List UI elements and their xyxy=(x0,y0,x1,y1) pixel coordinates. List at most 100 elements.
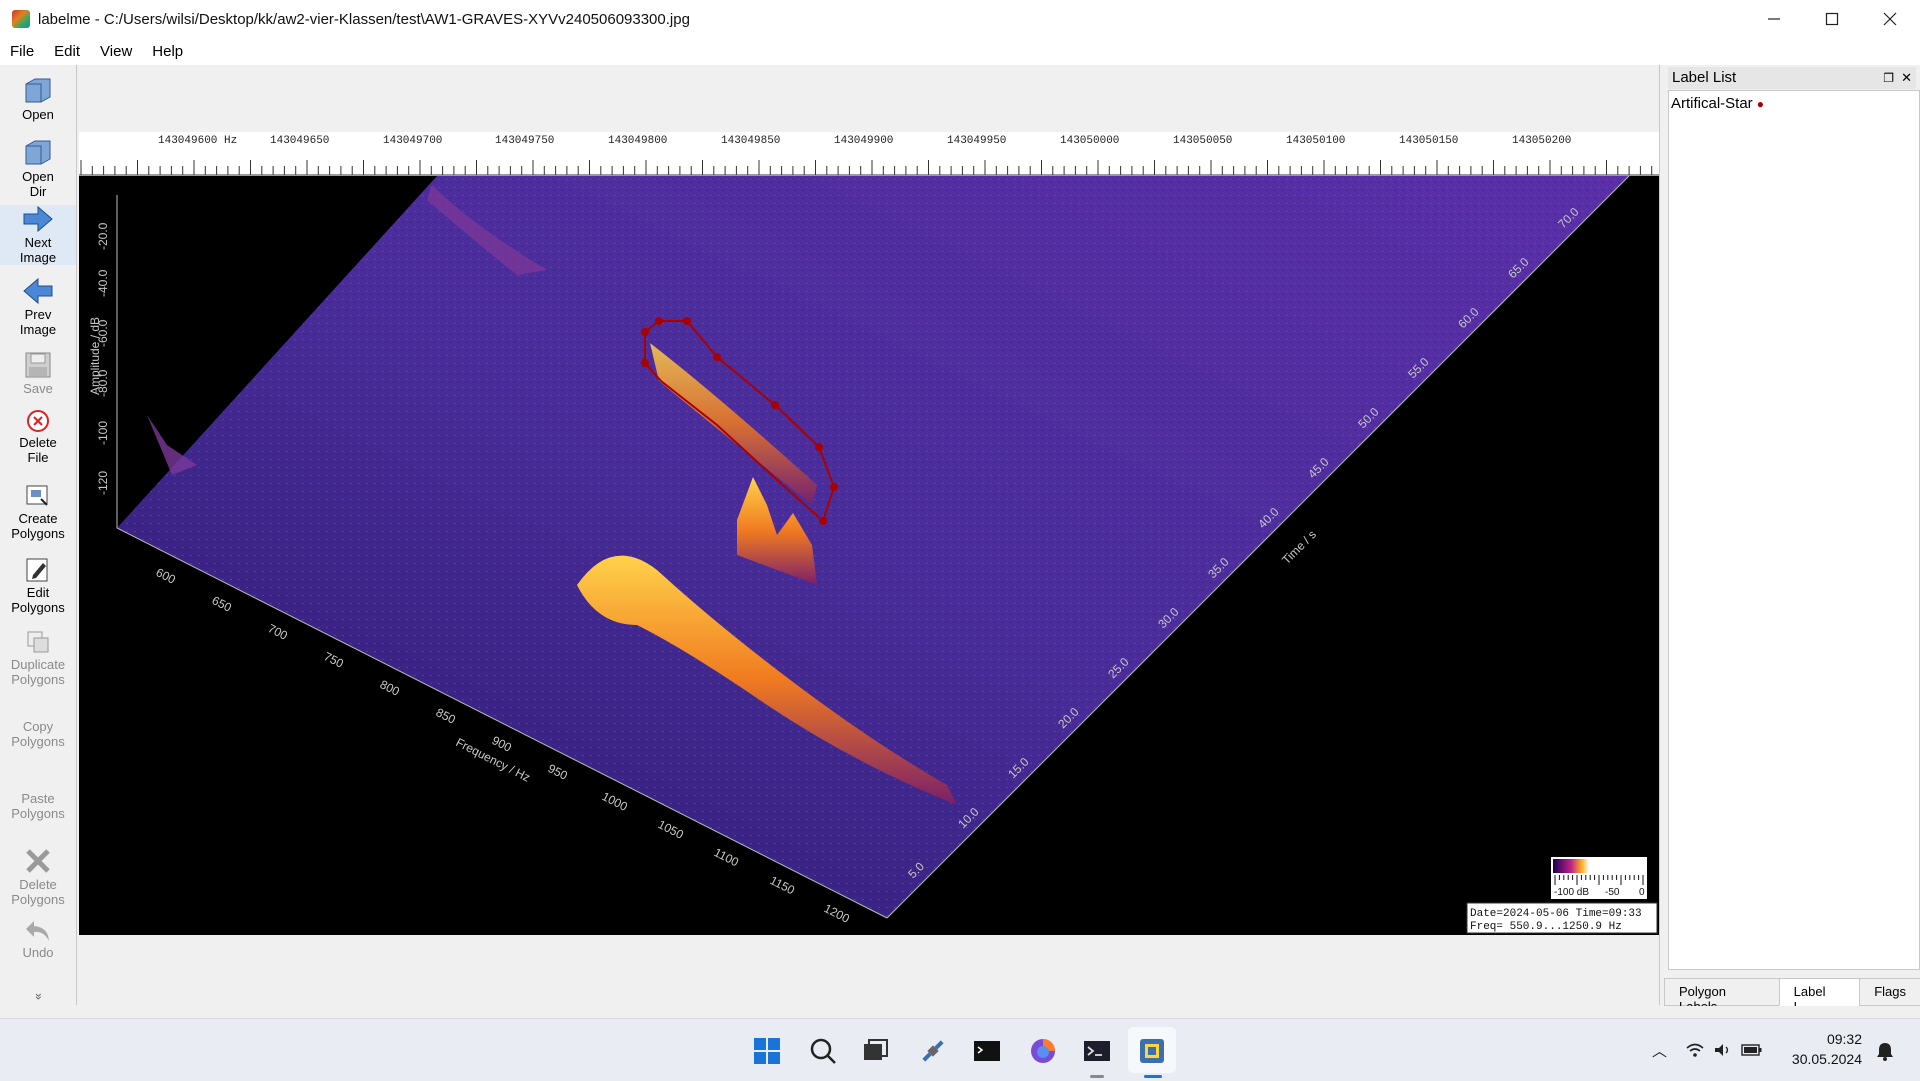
amplitude-tick-label: -40.0 xyxy=(96,269,110,297)
canvas-area[interactable]: 143049600 Hz 143049650 143049700 1430497… xyxy=(77,65,1660,1005)
open-label: Open xyxy=(22,107,54,122)
open-button[interactable]: Open xyxy=(0,75,76,122)
title-bar: labelme - C:/Users/wilsi/Desktop/kk/aw2-… xyxy=(0,0,1920,38)
info-box-text: Date=2024-05-06 Time=09:33 Freq= 550.9..… xyxy=(1470,908,1642,933)
amplitude-tick-label: -60.0 xyxy=(96,319,110,347)
label-list[interactable]: Artifical-Star ● xyxy=(1668,90,1920,970)
menu-edit[interactable]: Edit xyxy=(44,43,90,60)
arrow-left-icon xyxy=(23,277,53,305)
close-icon xyxy=(1883,12,1897,26)
save-label: Save xyxy=(23,381,53,396)
copy-polygons-button[interactable]: Copy Polygons xyxy=(0,719,76,749)
top-tick-label: 143049900 xyxy=(834,135,893,147)
battery-icon[interactable] xyxy=(1741,1042,1763,1058)
system-tray: ︿ xyxy=(1652,1019,1763,1081)
close-button[interactable] xyxy=(1861,0,1919,38)
label-name: Artifical-Star xyxy=(1671,95,1753,112)
wifi-icon[interactable] xyxy=(1685,1042,1705,1058)
open-dir-button[interactable]: Open Dir xyxy=(0,137,76,199)
top-tick-label: 143049850 xyxy=(721,135,780,147)
colorbar-label: -100 dB xyxy=(1554,887,1589,898)
satellite-app-icon[interactable] xyxy=(918,1036,948,1066)
status-bar xyxy=(0,1006,1920,1018)
spectrogram-image[interactable]: 143049600 Hz 143049650 143049700 1430497… xyxy=(77,65,1659,1005)
float-dock-icon[interactable]: ❐ xyxy=(1883,67,1894,89)
menu-file[interactable]: File xyxy=(0,43,44,60)
tab-flags[interactable]: Flags xyxy=(1859,978,1920,1006)
copy-label-2: Polygons xyxy=(11,734,65,749)
top-tick-label: 143049950 xyxy=(947,135,1006,147)
maximize-button[interactable] xyxy=(1803,0,1861,38)
prev-label-2: Image xyxy=(19,322,57,337)
delete-polygons-button[interactable]: Delete Polygons xyxy=(0,847,76,907)
clock-time: 09:32 xyxy=(1826,1031,1862,1047)
open-dir-icon xyxy=(25,140,51,165)
terminal-icon[interactable] xyxy=(972,1036,1002,1066)
console-icon[interactable] xyxy=(1082,1036,1112,1066)
amplitude-tick-label: -100 xyxy=(96,421,110,445)
label-color-dot-icon: ● xyxy=(1756,97,1764,111)
delete-file-button[interactable]: Delete File xyxy=(0,409,76,465)
task-view-icon[interactable] xyxy=(860,1036,890,1066)
create-label-1: Create xyxy=(18,511,58,526)
open-dir-label-2: Dir xyxy=(29,184,47,199)
amplitude-tick-label: -20.0 xyxy=(96,222,110,250)
edit-label-1: Edit xyxy=(26,585,50,600)
chevron-down-icon: » xyxy=(31,993,46,1000)
create-label-2: Polygons xyxy=(11,526,65,541)
paste-label-1: Paste xyxy=(21,791,55,806)
delete-poly-label-1: Delete xyxy=(19,877,57,892)
speaker-icon[interactable] xyxy=(1713,1042,1733,1058)
clock[interactable]: 09:32 30.05.2024 xyxy=(1792,1029,1862,1069)
top-tick-label: 143050100 xyxy=(1286,135,1345,147)
open-folder-icon xyxy=(25,78,51,103)
maximize-icon xyxy=(1825,12,1839,26)
top-tick-label: 143049750 xyxy=(495,135,554,147)
minimize-button[interactable] xyxy=(1745,0,1803,38)
undo-label: Undo xyxy=(22,945,54,960)
amplitude-tick-label: -80.0 xyxy=(96,369,110,397)
search-icon[interactable] xyxy=(808,1036,838,1066)
clock-date: 30.05.2024 xyxy=(1791,1051,1862,1067)
dock-tabs: Polygon Labels Label L... Flags xyxy=(1664,978,1920,1014)
undo-button[interactable]: Undo xyxy=(0,919,76,960)
menu-view[interactable]: View xyxy=(90,43,142,60)
delete-file-label-1: Delete xyxy=(19,435,57,450)
window-title: labelme - C:/Users/wilsi/Desktop/kk/aw2-… xyxy=(38,10,690,28)
colorbar-gradient xyxy=(1553,859,1589,873)
prev-image-button[interactable]: Prev Image xyxy=(0,277,76,337)
top-tick-label: 143049600 Hz xyxy=(158,135,237,147)
duplicate-polygons-button[interactable]: Duplicate Polygons xyxy=(0,629,76,687)
paste-polygons-button[interactable]: Paste Polygons xyxy=(0,791,76,821)
list-item[interactable]: Artifical-Star ● xyxy=(1669,91,1919,116)
next-image-button[interactable]: Next Image xyxy=(0,205,76,265)
windows-start-icon[interactable] xyxy=(752,1036,782,1066)
arrow-right-icon xyxy=(23,205,53,233)
top-tick-label: 143050050 xyxy=(1173,135,1232,147)
menu-bar: File Edit View Help xyxy=(0,38,1920,65)
firefox-icon[interactable] xyxy=(1028,1036,1058,1066)
python-labelme-icon[interactable] xyxy=(1137,1036,1167,1066)
delete-file-label-2: File xyxy=(27,450,49,465)
next-label-1: Next xyxy=(24,235,52,250)
toolbar-extension-button[interactable]: » xyxy=(0,989,76,1004)
menu-help[interactable]: Help xyxy=(142,43,193,60)
duplicate-label-1: Duplicate xyxy=(10,657,66,672)
next-label-2: Image xyxy=(19,250,57,265)
top-tick-label: 143050000 xyxy=(1060,135,1119,147)
tab-label-list[interactable]: Label L... xyxy=(1778,978,1861,1014)
top-tick-label: 143050150 xyxy=(1399,135,1458,147)
top-tick-label: 143050200 xyxy=(1512,135,1571,147)
notification-bell-icon[interactable] xyxy=(1876,1041,1894,1061)
info-frequency: Freq= 550.9...1250.9 Hz xyxy=(1470,921,1622,933)
colorbar-label: -50 xyxy=(1605,887,1620,898)
prev-label-1: Prev xyxy=(24,307,52,322)
chevron-up-icon[interactable]: ︿ xyxy=(1652,1040,1667,1061)
save-button[interactable]: Save xyxy=(0,351,76,396)
create-polygon-icon xyxy=(26,485,48,506)
create-polygons-button[interactable]: Create Polygons xyxy=(0,483,76,541)
duplicate-label-2: Polygons xyxy=(11,672,65,687)
edit-polygons-button[interactable]: Edit Polygons xyxy=(0,557,76,615)
close-dock-icon[interactable]: ✕ xyxy=(1901,67,1912,89)
tab-polygon-labels[interactable]: Polygon Labels xyxy=(1664,978,1780,1014)
